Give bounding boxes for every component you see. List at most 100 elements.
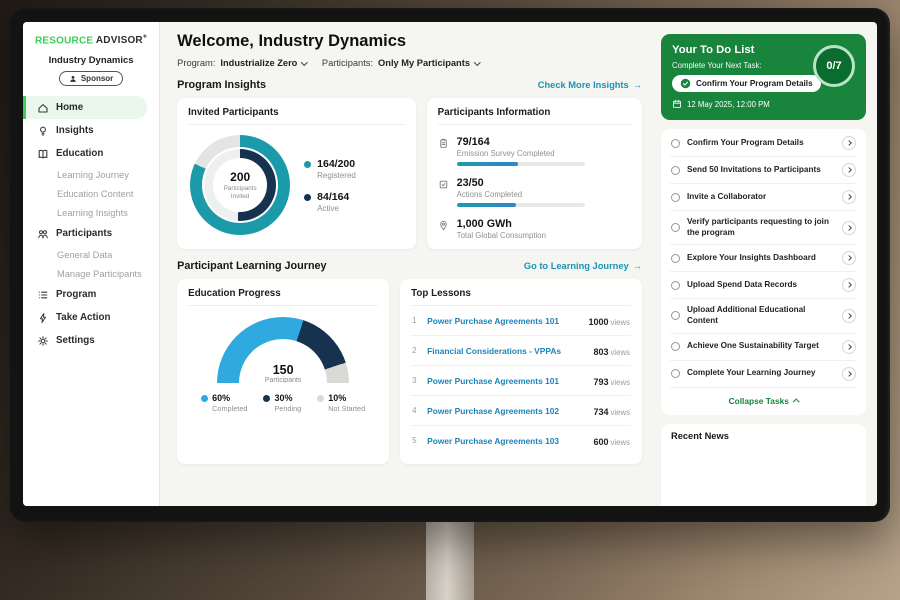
chevron-up-icon	[793, 399, 799, 405]
sidebar-item-education[interactable]: Education	[23, 142, 159, 165]
todo-summary-card: Your To Do List Complete Your Next Task:…	[661, 34, 866, 120]
chevron-right-icon[interactable]	[842, 367, 856, 381]
task-row-complete-learning-journey[interactable]: Complete Your Learning Journey	[670, 361, 857, 388]
go-to-learning-journey-link[interactable]: Go to Learning Journey →	[524, 261, 642, 271]
legend-completed: 60% Completed	[201, 393, 247, 413]
legend-pending: 30% Pending	[263, 393, 301, 413]
chevron-right-icon[interactable]	[842, 309, 856, 323]
sidebar-item-label: Education Content	[57, 189, 134, 199]
checkbox-icon[interactable]	[671, 342, 680, 351]
task-row-explore-insights[interactable]: Explore Your Insights Dashboard	[670, 245, 857, 272]
task-row-invite-collaborator[interactable]: Invite a Collaborator	[670, 184, 857, 211]
learning-journey-cards: Education Progress 150 Participants	[177, 279, 642, 464]
task-row-verify-participants[interactable]: Verify participants requesting to join t…	[670, 211, 857, 245]
navy-dot-icon	[263, 395, 270, 402]
task-row-confirm-program[interactable]: Confirm Your Program Details	[670, 130, 857, 157]
task-row-send-invitations[interactable]: Send 50 Invitations to Participants	[670, 157, 857, 184]
checkbox-icon[interactable]	[671, 369, 680, 378]
lesson-link[interactable]: Power Purchase Agreements 103	[427, 436, 586, 446]
sponsor-badge[interactable]: Sponsor	[59, 71, 123, 86]
lesson-link[interactable]: Power Purchase Agreements 102	[427, 406, 586, 416]
sidebar: RESOURCE ADVISOR+ Industry Dynamics Spon…	[23, 22, 160, 506]
program-list-icon	[37, 289, 49, 301]
checkbox-icon[interactable]	[671, 311, 680, 320]
sidebar-item-home[interactable]: Home	[23, 96, 147, 119]
actions-completed-row: 23/50 Actions Completed	[438, 177, 631, 207]
checkbox-icon[interactable]	[671, 281, 680, 290]
legend-active: 84/164 Active	[304, 191, 356, 213]
chevron-down-icon	[301, 59, 307, 65]
arrow-right-icon: →	[633, 80, 642, 90]
gear-icon	[37, 335, 49, 347]
recent-news-header[interactable]: Recent News	[661, 424, 866, 506]
participants-filter-label: Participants:	[322, 58, 373, 68]
logo-advisor: ADVISOR+	[96, 35, 147, 46]
arrow-right-icon: →	[633, 261, 642, 271]
chevron-right-icon[interactable]	[842, 340, 856, 354]
chevron-right-icon[interactable]	[842, 163, 856, 177]
sidebar-item-label: Learning Journey	[57, 170, 129, 180]
actions-icon	[438, 177, 449, 207]
chevron-right-icon[interactable]	[842, 278, 856, 292]
check-more-insights-link[interactable]: Check More Insights →	[538, 80, 642, 90]
card-title: Invited Participants	[188, 107, 405, 125]
lesson-link[interactable]: Financial Considerations - VPPAs	[427, 346, 586, 356]
program-insights-cards: Invited Participants 200 Participants In…	[177, 98, 642, 249]
task-list-card: Confirm Your Program Details Send 50 Inv…	[661, 129, 866, 415]
take-action-icon	[37, 312, 49, 324]
collapse-tasks-button[interactable]: Collapse Tasks	[670, 388, 857, 413]
task-row-achieve-target[interactable]: Achieve One Sustainability Target	[670, 334, 857, 361]
monitor-stand	[426, 518, 474, 600]
navy-dot-icon	[304, 194, 311, 201]
checkbox-icon[interactable]	[671, 254, 680, 263]
chevron-right-icon[interactable]	[842, 136, 856, 150]
checkbox-icon[interactable]	[671, 223, 680, 232]
sidebar-item-insights[interactable]: Insights	[23, 119, 159, 142]
sidebar-item-label: Home	[56, 102, 83, 113]
sidebar-item-label: Manage Participants	[57, 269, 142, 279]
sidebar-item-label: Learning Insights	[57, 208, 128, 218]
main-content: Welcome, Industry Dynamics Program: Indu…	[160, 22, 655, 506]
sidebar-item-label: General Data	[57, 250, 112, 260]
sidebar-item-label: Participants	[56, 228, 112, 239]
chevron-right-icon[interactable]	[842, 190, 856, 204]
lesson-link[interactable]: Power Purchase Agreements 101	[427, 376, 586, 386]
learning-journey-header: Participant Learning Journey Go to Learn…	[177, 260, 642, 272]
person-icon	[69, 75, 77, 83]
task-row-upload-spend-data[interactable]: Upload Spend Data Records	[670, 272, 857, 299]
lesson-row: 4 Power Purchase Agreements 102 734views	[411, 396, 631, 426]
sidebar-item-manage-participants[interactable]: Manage Participants	[23, 264, 159, 283]
program-filter-dropdown[interactable]: Industrialize Zero	[220, 58, 306, 68]
sidebar-item-general-data[interactable]: General Data	[23, 245, 159, 264]
sidebar-item-learning-insights[interactable]: Learning Insights	[23, 203, 159, 222]
sidebar-item-education-content[interactable]: Education Content	[23, 184, 159, 203]
participants-filter-dropdown[interactable]: Only My Participants	[378, 58, 479, 68]
lesson-link[interactable]: Power Purchase Agreements 101	[427, 316, 581, 326]
chevron-right-icon[interactable]	[842, 251, 856, 265]
organization-name: Industry Dynamics	[23, 55, 159, 66]
checkbox-icon[interactable]	[671, 139, 680, 148]
sidebar-item-learning-journey[interactable]: Learning Journey	[23, 165, 159, 184]
insights-icon	[37, 125, 49, 137]
checkbox-icon[interactable]	[671, 193, 680, 202]
sidebar-item-settings[interactable]: Settings	[23, 329, 159, 352]
invited-participants-card: Invited Participants 200 Participants In…	[177, 98, 416, 249]
teal-dot-icon	[304, 161, 311, 168]
sidebar-item-participants[interactable]: Participants	[23, 222, 159, 245]
checkbox-icon[interactable]	[671, 166, 680, 175]
todo-progress-ring: 0/7	[813, 45, 855, 87]
section-title: Program Insights	[177, 79, 266, 91]
chevron-right-icon[interactable]	[842, 221, 856, 235]
blue-dot-icon	[201, 395, 208, 402]
calendar-icon	[672, 99, 682, 109]
sidebar-item-label: Insights	[56, 125, 94, 136]
lesson-row: 5 Power Purchase Agreements 103 600views	[411, 426, 631, 455]
task-row-upload-educational-content[interactable]: Upload Additional Educational Content	[670, 299, 857, 333]
sidebar-item-program[interactable]: Program	[23, 283, 159, 306]
todo-panel: Your To Do List Complete Your Next Task:…	[655, 22, 877, 506]
sidebar-nav: Home Insights Education Learning Journey	[23, 96, 159, 352]
next-task-pill[interactable]: Confirm Your Program Details	[672, 75, 821, 92]
page-title: Welcome, Industry Dynamics	[177, 32, 642, 51]
sidebar-item-label: Education	[56, 148, 103, 159]
sidebar-item-take-action[interactable]: Take Action	[23, 306, 159, 329]
